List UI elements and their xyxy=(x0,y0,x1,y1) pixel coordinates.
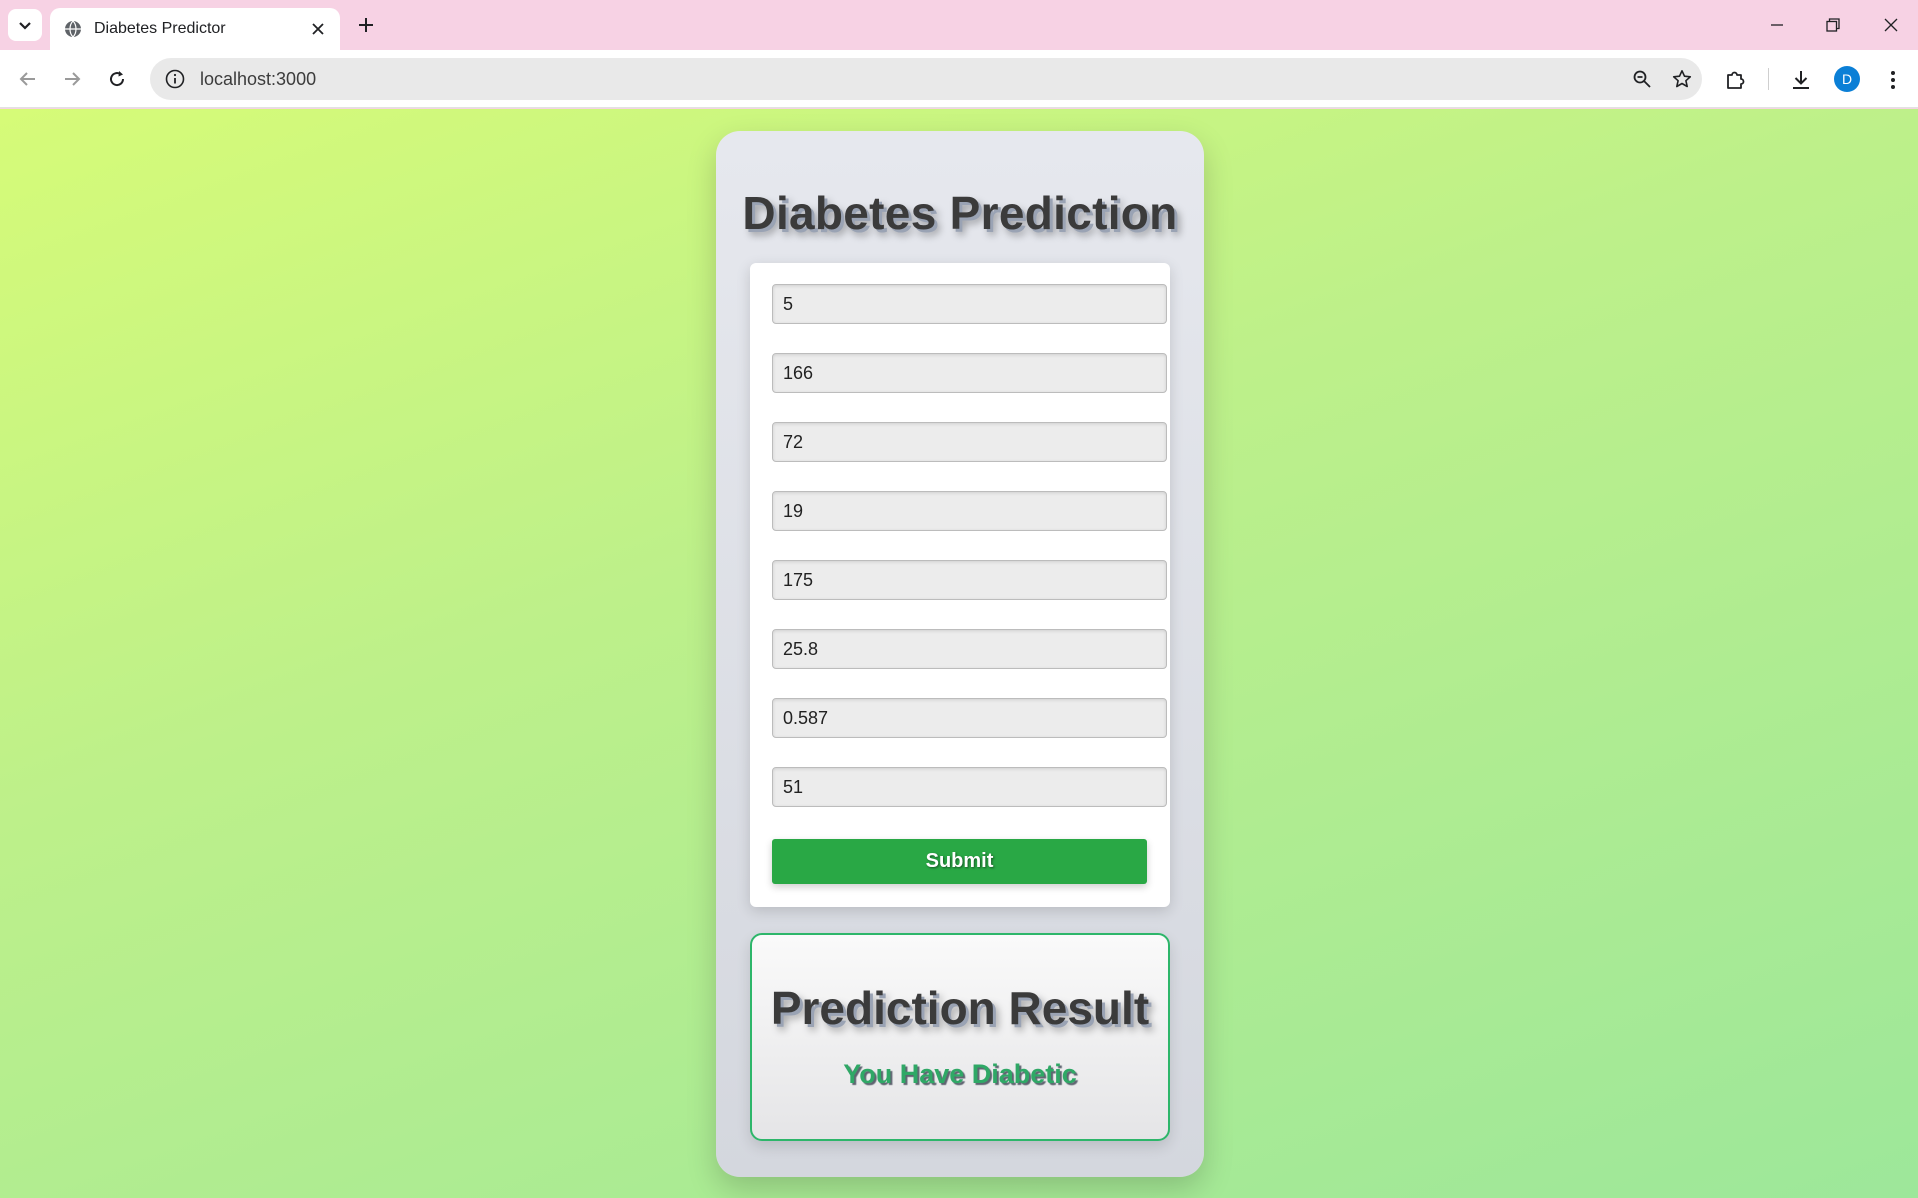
result-box: Prediction Result You Have Diabetic xyxy=(750,933,1170,1141)
globe-icon xyxy=(65,20,81,38)
menu-icon[interactable] xyxy=(1877,64,1909,96)
input-field-5[interactable] xyxy=(772,560,1167,600)
window-close-icon[interactable] xyxy=(1876,10,1906,40)
toolbar-separator xyxy=(1768,68,1769,90)
tab-strip: Diabetes Predictor xyxy=(0,0,1918,50)
reload-icon[interactable] xyxy=(102,64,132,94)
back-icon[interactable] xyxy=(13,64,43,94)
prediction-card: Diabetes Prediction Submit Prediction Re… xyxy=(716,131,1204,1177)
input-field-3[interactable] xyxy=(772,422,1167,462)
page-viewport: Diabetes Prediction Submit Prediction Re… xyxy=(0,109,1918,1198)
zoom-icon[interactable] xyxy=(1622,59,1662,99)
input-field-7[interactable] xyxy=(772,698,1167,738)
browser-toolbar: localhost:3000 xyxy=(0,50,1918,108)
input-field-2[interactable] xyxy=(772,353,1167,393)
close-icon[interactable] xyxy=(308,19,328,39)
submit-button[interactable]: Submit xyxy=(772,839,1147,884)
url-text: localhost:3000 xyxy=(200,68,317,89)
star-icon[interactable] xyxy=(1662,59,1702,99)
page-title: Diabetes Prediction xyxy=(742,187,1178,239)
restore-icon[interactable] xyxy=(1818,10,1848,40)
address-bar[interactable]: localhost:3000 xyxy=(150,58,1702,100)
input-field-6[interactable] xyxy=(772,629,1167,669)
download-icon[interactable] xyxy=(1785,64,1817,96)
avatar[interactable]: D xyxy=(1834,66,1860,92)
result-text: You Have Diabetic xyxy=(843,1059,1077,1089)
result-title: Prediction Result xyxy=(770,982,1150,1034)
input-field-8[interactable] xyxy=(772,767,1167,807)
tab-search-button[interactable] xyxy=(8,9,42,41)
browser-tab[interactable]: Diabetes Predictor xyxy=(50,8,340,50)
input-field-1[interactable] xyxy=(772,284,1167,324)
prediction-form: Submit xyxy=(750,263,1170,907)
forward-icon[interactable] xyxy=(57,64,87,94)
info-icon[interactable] xyxy=(164,68,186,90)
input-field-4[interactable] xyxy=(772,491,1167,531)
chevron-down-icon xyxy=(19,22,31,30)
minimize-icon[interactable] xyxy=(1762,10,1792,40)
extensions-icon[interactable] xyxy=(1719,64,1751,96)
tab-title: Diabetes Predictor xyxy=(94,20,226,37)
plus-icon[interactable] xyxy=(352,11,380,39)
